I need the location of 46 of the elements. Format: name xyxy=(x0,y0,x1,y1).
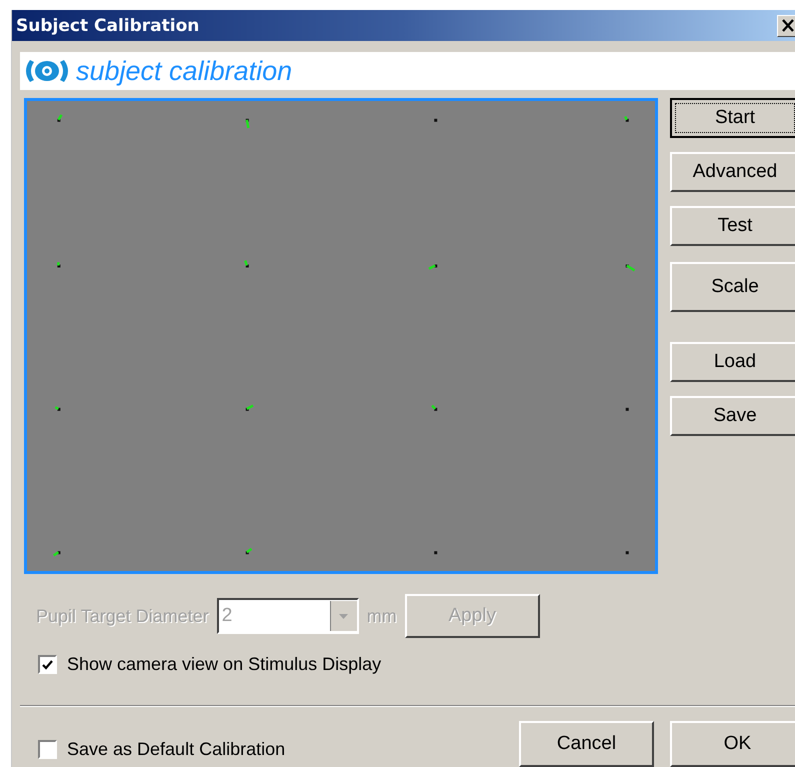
gaze-trace xyxy=(428,264,436,270)
header-title: subject calibration xyxy=(76,56,292,86)
gaze-trace xyxy=(244,260,248,266)
checkbox[interactable] xyxy=(38,655,57,674)
calibration-point xyxy=(57,408,60,411)
gaze-trace xyxy=(246,548,252,554)
gaze-trace xyxy=(57,114,63,120)
calibration-point xyxy=(626,551,629,554)
gaze-trace xyxy=(626,264,636,272)
close-icon xyxy=(781,19,795,32)
gaze-trace xyxy=(57,262,60,266)
close-button[interactable] xyxy=(777,14,795,36)
calibration-point xyxy=(57,551,60,554)
dropdown-arrow-icon xyxy=(339,614,348,618)
calibration-point xyxy=(434,264,438,268)
calibration-point xyxy=(434,551,438,554)
side-button[interactable]: Load xyxy=(670,342,795,382)
check-icon xyxy=(42,660,53,670)
side-button[interactable]: Scale xyxy=(670,262,795,312)
gaze-trace xyxy=(246,120,250,128)
calibration-point xyxy=(57,264,60,268)
gaze-trace xyxy=(624,116,628,120)
calibration-point xyxy=(246,408,249,411)
dialog-button[interactable]: OK xyxy=(670,721,795,767)
side-button[interactable]: Save xyxy=(670,396,795,436)
checkbox[interactable] xyxy=(38,740,57,758)
checkbox-label: Save as Default Calibration xyxy=(67,738,286,760)
side-button[interactable]: Advanced xyxy=(670,152,795,192)
calibration-point xyxy=(57,118,60,122)
gaze-trace xyxy=(52,551,60,557)
calibration-point xyxy=(246,264,249,268)
calibration-point xyxy=(434,118,438,122)
calibration-point xyxy=(246,551,249,554)
calibration-point xyxy=(626,264,629,268)
side-button[interactable]: Start xyxy=(670,98,795,138)
checkbox-label: Show camera view on Stimulus Display xyxy=(67,654,382,675)
calibration-point xyxy=(246,118,249,122)
calibration-point xyxy=(626,118,629,122)
gaze-trace xyxy=(246,404,254,410)
calibration-point xyxy=(626,408,629,411)
dialog-button[interactable]: Cancel xyxy=(519,721,654,767)
side-button[interactable]: Test xyxy=(670,206,795,246)
window-title: Subject Calibration xyxy=(16,16,200,36)
gaze-trace xyxy=(54,406,59,410)
gaze-trace xyxy=(431,404,436,410)
calibration-point xyxy=(434,408,438,411)
